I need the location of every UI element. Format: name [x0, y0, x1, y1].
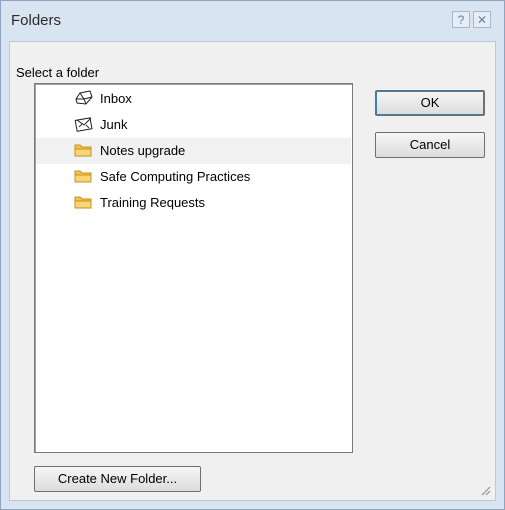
folders-dialog: Folders ? ✕ Select a folder Inbox Junk N… — [0, 0, 505, 510]
folder-icon — [74, 168, 92, 184]
dialog-body: Select a folder Inbox Junk Notes upgrade… — [9, 41, 496, 501]
folder-item-training-requests[interactable]: Training Requests — [36, 190, 351, 216]
help-button[interactable]: ? — [452, 11, 470, 28]
create-new-folder-button[interactable]: Create New Folder... — [34, 466, 201, 492]
dialog-title: Folders — [11, 12, 62, 29]
cancel-button[interactable]: Cancel — [375, 132, 485, 158]
folder-label: Notes upgrade — [100, 143, 186, 158]
folder-label: Safe Computing Practices — [100, 169, 251, 184]
folder-icon — [74, 194, 92, 210]
resize-grip-icon[interactable] — [479, 484, 491, 496]
folder-label: Junk — [100, 117, 128, 132]
close-button[interactable]: ✕ — [473, 11, 491, 28]
ok-button[interactable]: OK — [375, 90, 485, 116]
folder-item-safe-computing-practices[interactable]: Safe Computing Practices — [36, 164, 351, 190]
junk-icon — [74, 116, 93, 132]
folder-list[interactable]: Inbox Junk Notes upgrade Safe Computing … — [34, 83, 353, 453]
title-bar[interactable]: Folders ? ✕ — [1, 1, 504, 41]
folder-item-junk[interactable]: Junk — [36, 112, 351, 138]
folder-label: Inbox — [100, 91, 132, 106]
inbox-icon — [74, 90, 93, 106]
folder-icon — [74, 142, 92, 158]
folder-item-notes-upgrade[interactable]: Notes upgrade — [36, 138, 351, 164]
select-folder-label: Select a folder — [16, 65, 100, 80]
folder-label: Training Requests — [100, 195, 206, 210]
folder-item-inbox[interactable]: Inbox — [36, 86, 351, 112]
